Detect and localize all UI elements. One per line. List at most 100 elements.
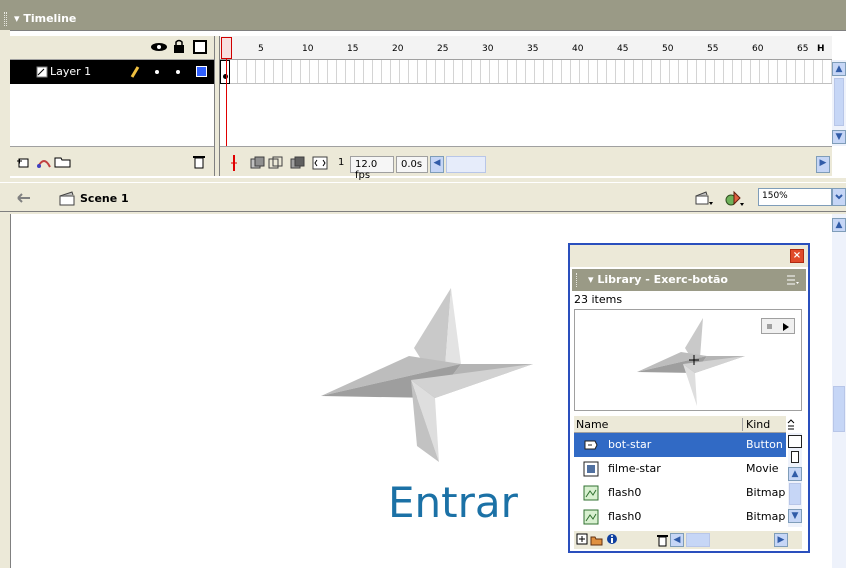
item-kind: Bitmap (746, 510, 786, 523)
library-item-flash0[interactable]: flash0 Bitmap (574, 505, 786, 529)
scroll-thumb[interactable] (686, 533, 710, 547)
new-folder-icon[interactable] (590, 533, 604, 547)
library-panel[interactable]: × ▾ Library - Exerc-botão 23 items Name … (568, 243, 810, 553)
timeline-title-text: Timeline (23, 12, 77, 25)
frame-ruler[interactable]: 1 5 10 15 20 25 30 35 40 45 50 55 60 65 … (220, 36, 832, 60)
item-name: flash0 (608, 510, 642, 523)
item-name: filme-star (608, 462, 661, 475)
ruler-tick: 40 (572, 44, 584, 54)
edit-scene-icon[interactable] (694, 189, 714, 207)
library-item-flash0[interactable]: flash0 Bitmap (574, 481, 786, 505)
current-frame: 1 (338, 157, 345, 168)
scroll-right-button[interactable]: ▶ (774, 533, 788, 547)
modify-onion-markers-icon[interactable] (312, 156, 328, 170)
ruler-tick: 65 (797, 44, 809, 54)
scroll-up-button[interactable]: ▲ (832, 218, 846, 232)
library-column-header: Name Kind (574, 416, 795, 433)
scroll-thumb[interactable] (834, 78, 844, 126)
ruler-tick: 50 (662, 44, 674, 54)
zoom-select[interactable]: 150% (758, 188, 832, 206)
scene-bar: Scene 1 (0, 182, 846, 212)
layer-outline-color[interactable] (196, 66, 207, 77)
ruler-tick: 5 (258, 44, 264, 54)
frame-toolbar: 1 12.0 fps 0.0s ◀ ▶ (220, 146, 832, 181)
timeline-panel-header[interactable]: ▾ Timeline (0, 0, 846, 30)
enter-button-text[interactable]: Entrar (388, 478, 518, 527)
onion-skin-outlines-icon[interactable] (268, 156, 284, 170)
scroll-up-button[interactable]: ▲ (788, 467, 802, 481)
delete-layer-icon[interactable] (192, 154, 206, 169)
chevron-down-icon (835, 194, 843, 200)
button-symbol-icon (584, 440, 598, 450)
scene-label: Scene 1 (80, 192, 129, 205)
center-frame-icon[interactable] (228, 155, 240, 171)
add-motion-guide-icon[interactable] (36, 155, 52, 169)
scroll-right-button[interactable]: ▶ (816, 156, 830, 173)
column-name[interactable]: Name (576, 418, 608, 431)
item-kind: Button (746, 438, 783, 451)
library-item-filme-star[interactable]: filme-star Movie (574, 457, 786, 481)
edit-symbols-icon[interactable] (724, 188, 746, 208)
layer-row[interactable]: Layer 1 (10, 60, 216, 84)
options-menu-icon[interactable] (786, 274, 800, 286)
preview-controls (761, 318, 795, 334)
edit-multiple-frames-icon[interactable] (290, 156, 306, 170)
library-title-bar[interactable]: ▾ Library - Exerc-botão (572, 269, 806, 291)
narrow-view-icon[interactable] (791, 451, 799, 463)
close-icon[interactable]: × (790, 249, 804, 263)
zoom-dropdown-button[interactable] (832, 188, 846, 206)
back-arrow-icon[interactable] (16, 192, 32, 204)
keyframe[interactable] (220, 60, 230, 84)
pencil-icon (130, 66, 140, 78)
ruler-tick: 55 (707, 44, 719, 54)
library-item-bot-star[interactable]: bot-star Button (574, 433, 786, 457)
delete-icon[interactable] (656, 533, 668, 547)
scroll-down-button[interactable]: ▼ (832, 130, 846, 144)
properties-icon[interactable] (606, 533, 618, 545)
frame-track[interactable] (220, 60, 832, 84)
timeline-vscroll[interactable]: ▲ ▼ (832, 60, 846, 146)
layer-icon (36, 66, 48, 78)
playhead[interactable] (221, 37, 232, 59)
library-vscroll[interactable]: ▲ ▼ (788, 433, 802, 527)
scroll-down-button[interactable]: ▼ (788, 509, 802, 523)
layer-name[interactable]: Layer 1 (50, 65, 91, 78)
new-symbol-icon[interactable] (576, 533, 588, 545)
panel-grip[interactable] (4, 12, 7, 26)
star-shape-icon[interactable] (319, 286, 535, 466)
wide-view-icon[interactable] (788, 435, 802, 448)
layer-visibility-dot[interactable] (155, 70, 159, 74)
ruler-tick: 20 (392, 44, 404, 54)
outline-icon[interactable] (193, 40, 207, 54)
bitmap-icon (583, 509, 599, 525)
library-window-bar[interactable]: × (570, 245, 808, 267)
timeline-title[interactable]: ▾ Timeline (14, 12, 76, 25)
ruler-tick: 30 (482, 44, 494, 54)
column-kind[interactable]: Kind (742, 418, 770, 431)
stage-vscroll[interactable]: ▲ (832, 214, 846, 568)
scroll-thumb[interactable] (789, 483, 801, 505)
onion-skin-icon[interactable] (250, 156, 266, 170)
layer-lock-dot[interactable] (176, 70, 180, 74)
item-name: bot-star (608, 438, 652, 451)
movieclip-symbol-icon (583, 461, 599, 477)
insert-layer-icon[interactable] (16, 155, 34, 169)
play-icon[interactable] (782, 322, 790, 332)
stop-icon[interactable] (767, 324, 772, 329)
scroll-up-button[interactable]: ▲ (832, 62, 846, 76)
ruler-tick: 15 (347, 44, 359, 54)
scroll-thumb[interactable] (833, 386, 845, 432)
item-name: flash0 (608, 486, 642, 499)
clapperboard-icon (59, 191, 75, 206)
timeline-hscroll-thumb[interactable] (446, 156, 486, 173)
frame-rate[interactable]: 12.0 fps (350, 156, 394, 181)
ruler-tick: 10 (302, 44, 314, 54)
lock-icon[interactable] (173, 39, 185, 54)
scroll-left-button[interactable]: ◀ (670, 533, 684, 547)
ruler-tick: 60 (752, 44, 764, 54)
scroll-left-button[interactable]: ◀ (430, 156, 444, 173)
panel-grip[interactable] (576, 273, 579, 287)
insert-folder-icon[interactable] (54, 154, 72, 168)
eye-icon[interactable] (150, 41, 168, 53)
sort-icon[interactable] (786, 419, 796, 431)
